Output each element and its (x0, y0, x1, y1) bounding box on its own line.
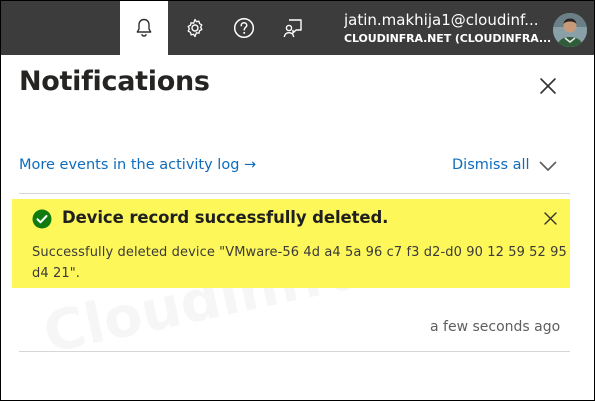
notification-body: Successfully deleted device "VMware-56 4… (32, 245, 567, 281)
feedback-button[interactable] (269, 1, 317, 55)
activity-log-link[interactable]: More events in the activity log → (19, 157, 256, 173)
divider (19, 351, 570, 352)
account-tenant: CLOUDINFRA.NET (CLOUDINFRA... (344, 32, 550, 45)
help-button[interactable] (220, 1, 268, 55)
bell-icon (136, 18, 152, 37)
panel-title: Notifications (19, 66, 210, 97)
dismiss-notification-icon[interactable] (543, 211, 558, 226)
top-bar: jatin.makhija1@cloudinf... CLOUDINFRA.NE… (1, 1, 594, 55)
help-icon (233, 17, 255, 39)
notification-card[interactable]: Device record successfully deleted. Succ… (12, 199, 570, 288)
settings-button[interactable] (171, 1, 219, 55)
chevron-down-icon[interactable] (537, 158, 559, 174)
dismiss-all-button[interactable]: Dismiss all (452, 157, 530, 173)
user-avatar-image (553, 13, 587, 47)
divider (19, 193, 570, 194)
notifications-button[interactable] (120, 1, 168, 55)
notification-title: Device record successfully deleted. (62, 208, 389, 227)
notification-timestamp: a few seconds ago (430, 319, 561, 335)
feedback-icon (283, 19, 302, 38)
account-email: jatin.makhija1@cloudinf... (344, 11, 539, 29)
success-check-icon (32, 209, 52, 229)
close-icon[interactable] (538, 76, 558, 96)
account-info[interactable]: jatin.makhija1@cloudinf... CLOUDINFRA.NE… (344, 10, 550, 46)
avatar[interactable] (553, 13, 587, 47)
gear-icon (187, 18, 203, 38)
arrow-right-icon: → (244, 157, 257, 173)
activity-log-link-text: More events in the activity log (19, 157, 240, 173)
